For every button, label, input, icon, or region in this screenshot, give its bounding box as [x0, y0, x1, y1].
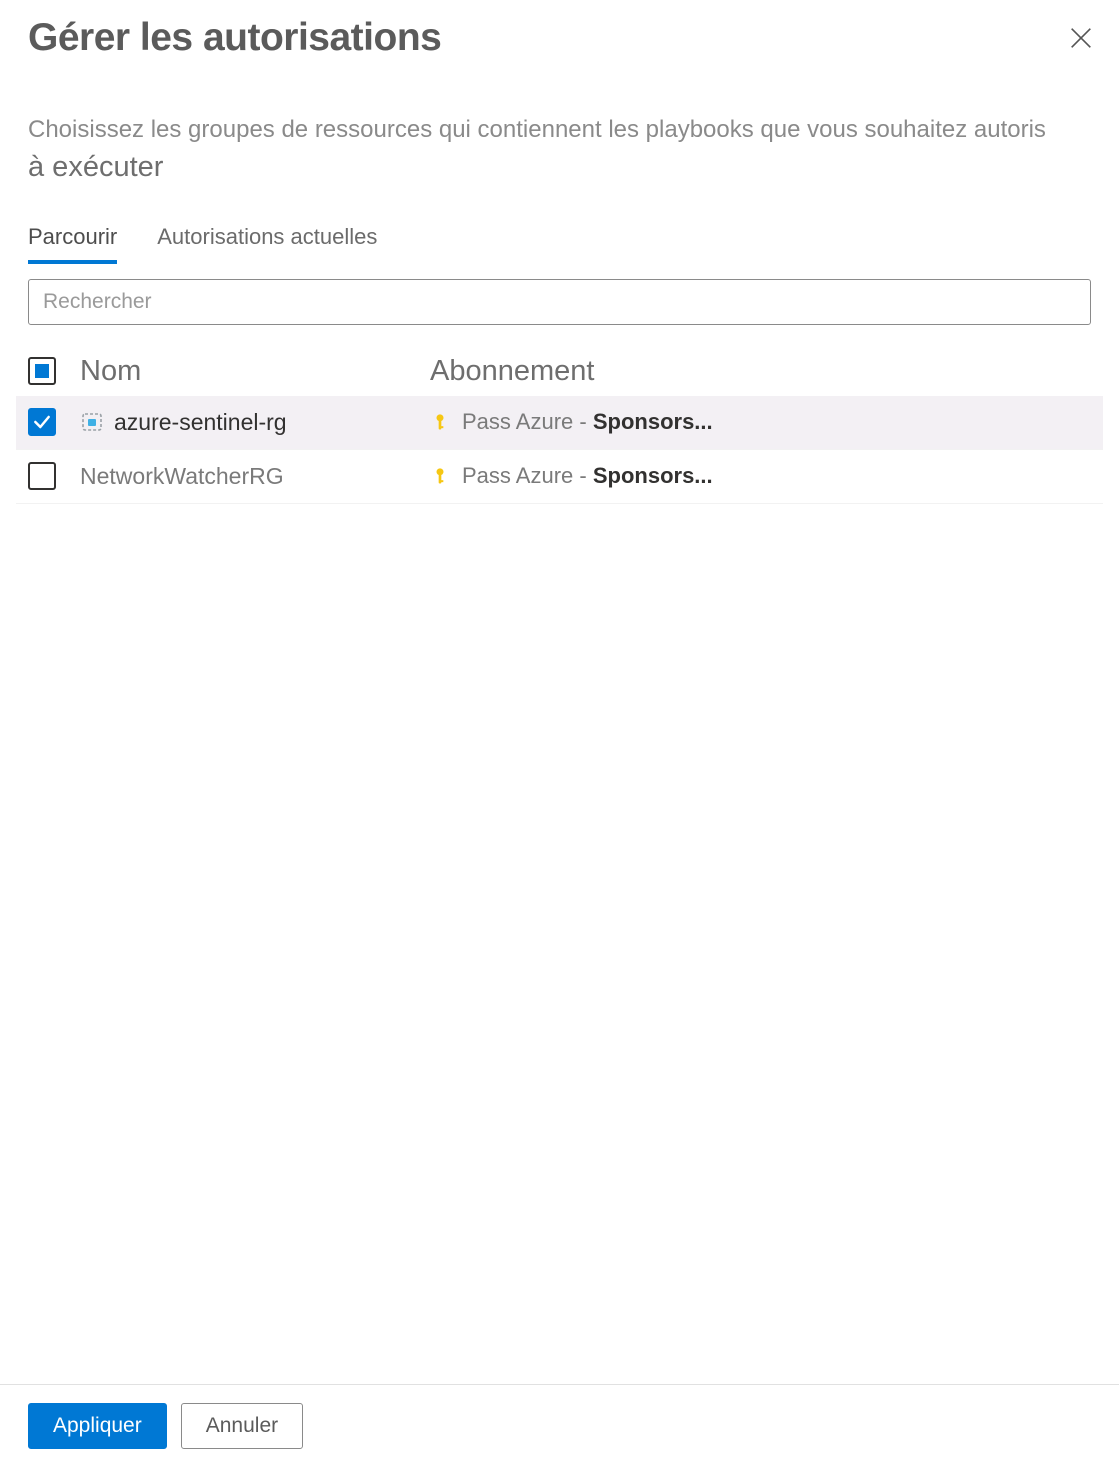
check-icon: [32, 412, 52, 432]
description-line-1: Choisissez les groupes de ressources qui…: [28, 114, 1091, 146]
tab-browse[interactable]: Parcourir: [28, 218, 117, 264]
key-icon: [430, 410, 450, 434]
row-subscription-name: Sponsors...: [593, 463, 713, 488]
column-header-name[interactable]: Nom: [80, 355, 430, 388]
table-row[interactable]: azure-sentinel-rg Pass Azure - Sponsors.…: [16, 396, 1103, 450]
tab-bar: Parcourir Autorisations actuelles: [28, 218, 1091, 265]
panel-footer: Appliquer Annuler: [0, 1384, 1119, 1467]
table-row[interactable]: NetworkWatcherRG Pass Azure - Sponsors..…: [16, 450, 1103, 504]
panel-description: Choisissez les groupes de ressources qui…: [28, 114, 1091, 188]
manage-permissions-panel: Gérer les autorisations Choisissez les g…: [0, 0, 1119, 1467]
close-icon: [1067, 24, 1095, 52]
row-checkbox[interactable]: [28, 462, 56, 490]
column-header-subscription[interactable]: Abonnement: [430, 355, 1091, 388]
row-checkbox[interactable]: [28, 408, 56, 436]
table-header-row: Nom Abonnement: [16, 347, 1103, 396]
key-icon: [430, 464, 450, 488]
row-subscription-prefix: Pass Azure -: [462, 463, 593, 488]
row-name: azure-sentinel-rg: [114, 409, 287, 436]
cancel-button[interactable]: Annuler: [181, 1403, 303, 1449]
tab-current-permissions[interactable]: Autorisations actuelles: [157, 218, 377, 264]
select-all-checkbox[interactable]: [28, 357, 56, 385]
search-input[interactable]: [28, 279, 1091, 325]
row-name: NetworkWatcherRG: [80, 463, 284, 490]
resource-group-icon: [80, 410, 104, 434]
row-subscription-prefix: Pass Azure -: [462, 409, 593, 434]
close-button[interactable]: [1063, 20, 1099, 56]
apply-button[interactable]: Appliquer: [28, 1403, 167, 1449]
search-wrap: [28, 279, 1091, 325]
panel-header: Gérer les autorisations: [28, 16, 1091, 60]
row-subscription-name: Sponsors...: [593, 409, 713, 434]
description-line-2: à exécuter: [28, 148, 1091, 187]
page-title: Gérer les autorisations: [28, 16, 441, 60]
resource-group-table: Nom Abonnement azure-sentinel-rg: [16, 347, 1103, 504]
